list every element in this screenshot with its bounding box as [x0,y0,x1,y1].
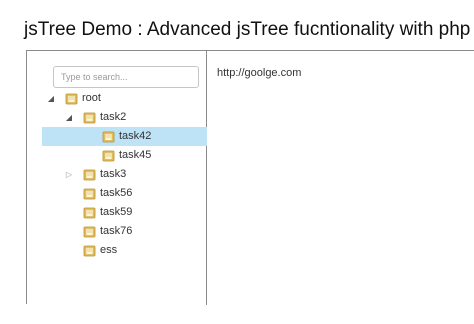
tree-node-label: root [82,92,101,104]
tree-node-label: task76 [100,225,133,237]
content-pane: http://goolge.com [208,51,474,305]
tree-node-label: task3 [100,168,127,180]
tree-node-label: task56 [100,187,133,199]
folder-icon [83,188,96,200]
tree-node-task45[interactable]: task45 [27,146,207,165]
tree-node-label: task45 [119,149,152,161]
folder-icon [102,150,115,162]
tree-node-task56[interactable]: task56 [27,184,207,203]
search-input[interactable] [53,66,199,88]
tree-node-label: ess [100,244,118,256]
tree-node-task2[interactable]: ◢ task2 [27,108,207,127]
tree-panel: ◢ root ◢ task2 [26,50,474,305]
folder-icon [83,112,96,124]
tree-node-label: task2 [100,111,127,123]
tree-node-ess[interactable]: ess [27,241,207,260]
folder-icon [83,245,96,257]
triangle-down-icon[interactable]: ◢ [46,93,56,103]
tree-node-task76[interactable]: task76 [27,222,207,241]
tree-node-label: task59 [100,206,133,218]
triangle-down-icon[interactable]: ◢ [64,112,74,122]
content-text: http://goolge.com [217,67,302,79]
tree-node-task42[interactable]: task42 [27,127,207,146]
folder-icon [83,207,96,219]
folder-icon [83,226,96,238]
folder-icon [102,131,115,143]
triangle-right-icon[interactable]: ▷ [64,169,74,179]
page-title: jsTree Demo : Advanced jsTree fucntional… [24,19,471,40]
folder-icon [83,169,96,181]
tree-node-task3[interactable]: ▷ task3 [27,165,207,184]
folder-icon [65,93,78,105]
tree-node-task59[interactable]: task59 [27,203,207,222]
tree-node-root[interactable]: ◢ root [27,89,207,108]
tree-node-label: task42 [119,130,152,142]
tree-pane: ◢ root ◢ task2 [27,51,207,305]
